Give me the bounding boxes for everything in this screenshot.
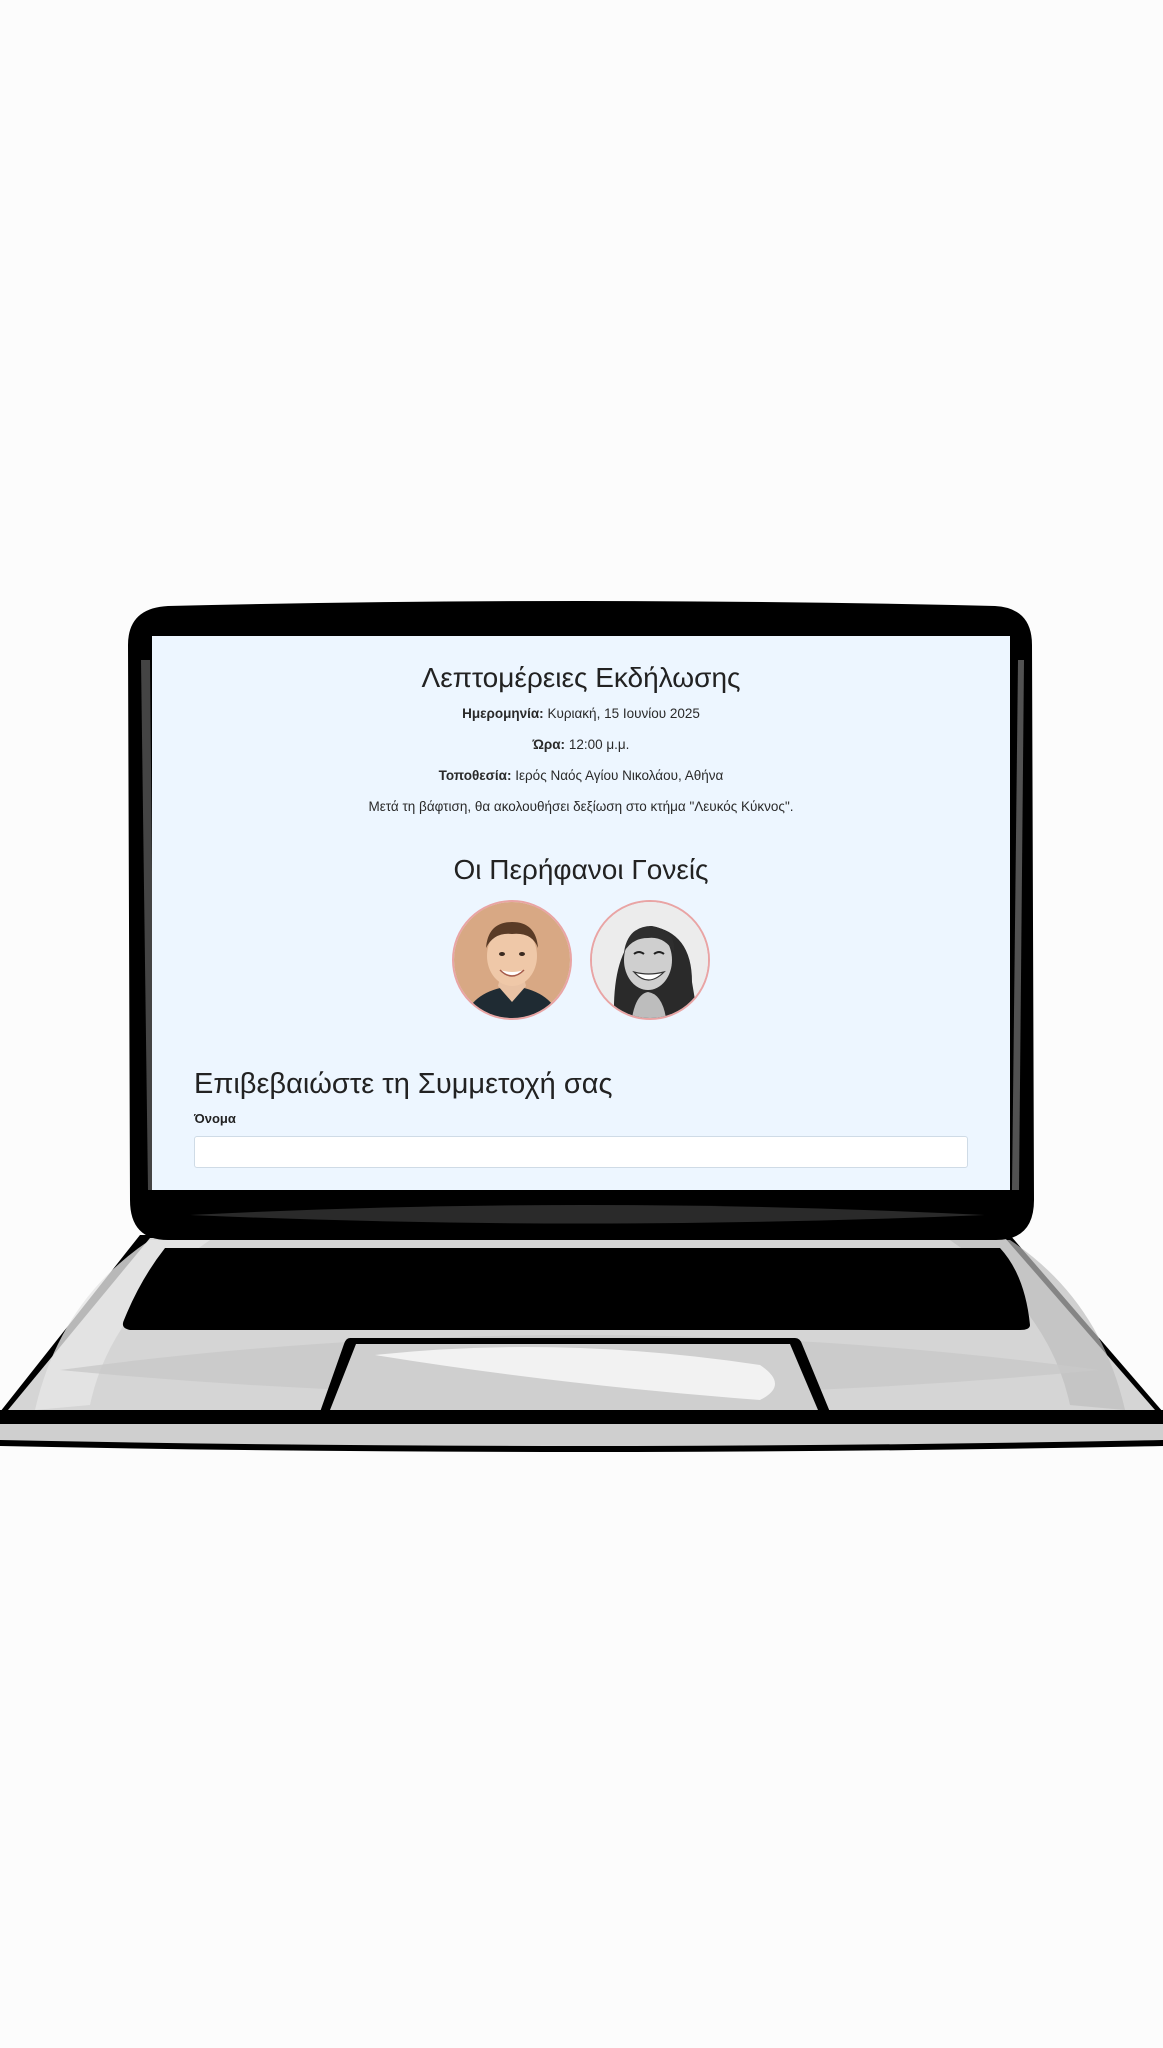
event-time: Ώρα: 12:00 μ.μ.	[152, 737, 1010, 752]
event-location-label: Τοποθεσία:	[438, 768, 512, 783]
name-field-label: Όνομα	[194, 1111, 236, 1126]
event-date-label: Ημερομηνία:	[462, 706, 544, 721]
rsvp-section: Επιβεβαιώστε τη Συμμετοχή σας Όνομα	[152, 1068, 1010, 1168]
name-input[interactable]	[194, 1136, 968, 1168]
event-time-value: 12:00 μ.μ.	[568, 737, 630, 752]
event-location: Τοποθεσία: Ιερός Ναός Αγίου Νικολάου, Αθ…	[152, 768, 1010, 783]
event-details-heading: Λεπτομέρειες Εκδήλωσης	[421, 662, 741, 693]
parents-heading: Οι Περήφανοι Γονείς	[453, 854, 709, 885]
rsvp-heading: Επιβεβαιώστε τη Συμμετοχή σας	[194, 1068, 613, 1100]
stage: Λεπτομέρειες Εκδήλωσης Ημερομηνία: Κυρια…	[0, 0, 1163, 2048]
parents-section: Οι Περήφανοι Γονείς	[152, 854, 1010, 1020]
event-date-value: Κυριακή, 15 Ιουνίου 2025	[547, 706, 700, 721]
event-location-value: Ιερός Ναός Αγίου Νικολάου, Αθήνα	[515, 768, 724, 783]
event-details-section: Λεπτομέρειες Εκδήλωσης Ημερομηνία: Κυρια…	[152, 662, 1010, 814]
father-avatar	[452, 900, 572, 1020]
mother-avatar	[590, 900, 710, 1020]
event-time-label: Ώρα:	[532, 737, 566, 752]
parents-avatars	[152, 900, 1010, 1020]
event-date: Ημερομηνία: Κυριακή, 15 Ιουνίου 2025	[152, 706, 1010, 721]
website-screen: Λεπτομέρειες Εκδήλωσης Ημερομηνία: Κυρια…	[152, 636, 1010, 1190]
event-note: Μετά τη βάφτιση, θα ακολουθήσει δεξίωση …	[368, 799, 794, 814]
